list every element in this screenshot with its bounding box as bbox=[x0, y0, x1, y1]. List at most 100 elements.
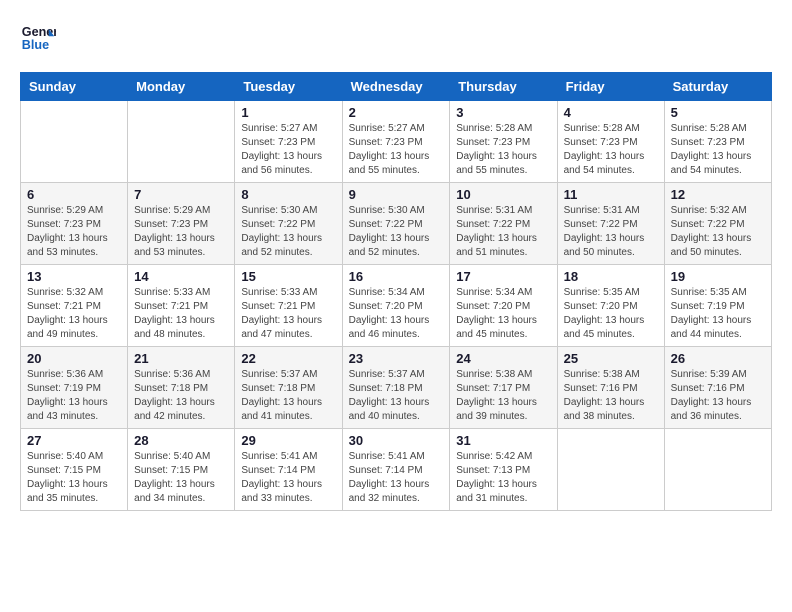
day-info: Sunrise: 5:40 AM Sunset: 7:15 PM Dayligh… bbox=[27, 450, 121, 506]
calendar-day-cell: 6Sunrise: 5:29 AM Sunset: 7:23 PM Daylig… bbox=[21, 183, 128, 265]
day-number: 24 bbox=[456, 351, 550, 366]
day-info: Sunrise: 5:42 AM Sunset: 7:13 PM Dayligh… bbox=[456, 450, 550, 506]
day-number: 18 bbox=[564, 269, 658, 284]
day-info: Sunrise: 5:32 AM Sunset: 7:22 PM Dayligh… bbox=[671, 204, 765, 260]
day-number: 4 bbox=[564, 105, 658, 120]
day-info: Sunrise: 5:31 AM Sunset: 7:22 PM Dayligh… bbox=[564, 204, 658, 260]
day-info: Sunrise: 5:27 AM Sunset: 7:23 PM Dayligh… bbox=[241, 122, 335, 178]
day-number: 9 bbox=[349, 187, 444, 202]
day-info: Sunrise: 5:38 AM Sunset: 7:16 PM Dayligh… bbox=[564, 368, 658, 424]
day-number: 13 bbox=[27, 269, 121, 284]
day-info: Sunrise: 5:32 AM Sunset: 7:21 PM Dayligh… bbox=[27, 286, 121, 342]
calendar-day-cell: 7 Sunrise: 5:29 AM Sunset: 7:23 PM Daylig… bbox=[128, 183, 235, 265]
calendar-day-cell: 4 Sunrise: 5:28 AM Sunset: 7:23 PM Daylig… bbox=[557, 101, 664, 183]
calendar-week-row: 20Sunrise: 5:36 AM Sunset: 7:19 PM Dayli… bbox=[21, 347, 772, 429]
day-info: Sunrise: 5:30 AM Sunset: 7:22 PM Dayligh… bbox=[349, 204, 444, 260]
day-number: 3 bbox=[456, 105, 550, 120]
calendar-header-cell: Sunday bbox=[21, 73, 128, 101]
day-info: Sunrise: 5:37 AM Sunset: 7:18 PM Dayligh… bbox=[349, 368, 444, 424]
calendar-day-cell: 12 Sunrise: 5:32 AM Sunset: 7:22 PM Dayli… bbox=[664, 183, 771, 265]
day-info: Sunrise: 5:36 AM Sunset: 7:18 PM Dayligh… bbox=[134, 368, 228, 424]
day-number: 27 bbox=[27, 433, 121, 448]
day-info: Sunrise: 5:28 AM Sunset: 7:23 PM Dayligh… bbox=[671, 122, 765, 178]
calendar-header-row: SundayMondayTuesdayWednesdayThursdayFrid… bbox=[21, 73, 772, 101]
day-info: Sunrise: 5:40 AM Sunset: 7:15 PM Dayligh… bbox=[134, 450, 228, 506]
calendar-day-cell: 8 Sunrise: 5:30 AM Sunset: 7:22 PM Daylig… bbox=[235, 183, 342, 265]
day-info: Sunrise: 5:31 AM Sunset: 7:22 PM Dayligh… bbox=[456, 204, 550, 260]
day-number: 8 bbox=[241, 187, 335, 202]
calendar-day-cell: 22 Sunrise: 5:37 AM Sunset: 7:18 PM Dayli… bbox=[235, 347, 342, 429]
page-header: General Blue bbox=[20, 20, 772, 56]
day-info: Sunrise: 5:35 AM Sunset: 7:20 PM Dayligh… bbox=[564, 286, 658, 342]
calendar-day-cell: 21 Sunrise: 5:36 AM Sunset: 7:18 PM Dayli… bbox=[128, 347, 235, 429]
day-number: 26 bbox=[671, 351, 765, 366]
calendar-day-cell: 16Sunrise: 5:34 AM Sunset: 7:20 PM Dayli… bbox=[342, 265, 450, 347]
calendar-week-row: 6 Sunrise: 5:29 AM Sunset: 7:23 PM Daylig… bbox=[21, 183, 772, 265]
calendar-day-cell: 23 Sunrise: 5:37 AM Sunset: 7:18 PM Dayli… bbox=[342, 347, 450, 429]
calendar-day-cell: 1 Sunrise: 5:27 AM Sunset: 7:23 PM Daylig… bbox=[235, 101, 342, 183]
calendar-day-cell: 24Sunrise: 5:38 AM Sunset: 7:17 PM Dayli… bbox=[450, 347, 557, 429]
day-number: 30 bbox=[349, 433, 444, 448]
calendar-day-cell bbox=[557, 429, 664, 511]
calendar-day-cell bbox=[664, 429, 771, 511]
calendar-day-cell: 10 Sunrise: 5:31 AM Sunset: 7:22 PM Dayli… bbox=[450, 183, 557, 265]
day-number: 10 bbox=[456, 187, 550, 202]
day-info: Sunrise: 5:39 AM Sunset: 7:16 PM Dayligh… bbox=[671, 368, 765, 424]
day-number: 21 bbox=[134, 351, 228, 366]
calendar-header-cell: Wednesday bbox=[342, 73, 450, 101]
calendar-day-cell: 11 Sunrise: 5:31 AM Sunset: 7:22 PM Dayli… bbox=[557, 183, 664, 265]
calendar-week-row: 27 Sunrise: 5:40 AM Sunset: 7:15 PM Dayli… bbox=[21, 429, 772, 511]
calendar-header-cell: Thursday bbox=[450, 73, 557, 101]
calendar-header-cell: Tuesday bbox=[235, 73, 342, 101]
day-number: 31 bbox=[456, 433, 550, 448]
calendar-day-cell: 13 Sunrise: 5:32 AM Sunset: 7:21 PM Dayli… bbox=[21, 265, 128, 347]
calendar-day-cell: 29 Sunrise: 5:41 AM Sunset: 7:14 PM Dayli… bbox=[235, 429, 342, 511]
calendar-day-cell: 19Sunrise: 5:35 AM Sunset: 7:19 PM Dayli… bbox=[664, 265, 771, 347]
day-info: Sunrise: 5:41 AM Sunset: 7:14 PM Dayligh… bbox=[241, 450, 335, 506]
svg-text:Blue: Blue bbox=[22, 38, 49, 52]
calendar-day-cell: 5 Sunrise: 5:28 AM Sunset: 7:23 PM Daylig… bbox=[664, 101, 771, 183]
day-info: Sunrise: 5:27 AM Sunset: 7:23 PM Dayligh… bbox=[349, 122, 444, 178]
day-info: Sunrise: 5:41 AM Sunset: 7:14 PM Dayligh… bbox=[349, 450, 444, 506]
day-number: 2 bbox=[349, 105, 444, 120]
day-number: 1 bbox=[241, 105, 335, 120]
calendar-day-cell: 28 Sunrise: 5:40 AM Sunset: 7:15 PM Dayli… bbox=[128, 429, 235, 511]
day-info: Sunrise: 5:29 AM Sunset: 7:23 PM Dayligh… bbox=[134, 204, 228, 260]
day-number: 11 bbox=[564, 187, 658, 202]
calendar-day-cell: 18 Sunrise: 5:35 AM Sunset: 7:20 PM Dayli… bbox=[557, 265, 664, 347]
day-number: 22 bbox=[241, 351, 335, 366]
calendar-day-cell: 25 Sunrise: 5:38 AM Sunset: 7:16 PM Dayli… bbox=[557, 347, 664, 429]
day-number: 12 bbox=[671, 187, 765, 202]
day-number: 29 bbox=[241, 433, 335, 448]
day-info: Sunrise: 5:37 AM Sunset: 7:18 PM Dayligh… bbox=[241, 368, 335, 424]
calendar-day-cell: 9 Sunrise: 5:30 AM Sunset: 7:22 PM Daylig… bbox=[342, 183, 450, 265]
calendar-body: 1 Sunrise: 5:27 AM Sunset: 7:23 PM Daylig… bbox=[21, 101, 772, 511]
calendar-day-cell: 2 Sunrise: 5:27 AM Sunset: 7:23 PM Daylig… bbox=[342, 101, 450, 183]
day-info: Sunrise: 5:28 AM Sunset: 7:23 PM Dayligh… bbox=[456, 122, 550, 178]
calendar-day-cell: 26 Sunrise: 5:39 AM Sunset: 7:16 PM Dayli… bbox=[664, 347, 771, 429]
calendar-header-cell: Friday bbox=[557, 73, 664, 101]
day-number: 23 bbox=[349, 351, 444, 366]
calendar-day-cell: 14Sunrise: 5:33 AM Sunset: 7:21 PM Dayli… bbox=[128, 265, 235, 347]
day-info: Sunrise: 5:34 AM Sunset: 7:20 PM Dayligh… bbox=[456, 286, 550, 342]
calendar-day-cell: 17 Sunrise: 5:34 AM Sunset: 7:20 PM Dayli… bbox=[450, 265, 557, 347]
day-number: 14 bbox=[134, 269, 228, 284]
day-number: 19 bbox=[671, 269, 765, 284]
calendar-day-cell bbox=[21, 101, 128, 183]
calendar-day-cell: 3 Sunrise: 5:28 AM Sunset: 7:23 PM Daylig… bbox=[450, 101, 557, 183]
day-number: 5 bbox=[671, 105, 765, 120]
calendar-day-cell: 20Sunrise: 5:36 AM Sunset: 7:19 PM Dayli… bbox=[21, 347, 128, 429]
day-number: 17 bbox=[456, 269, 550, 284]
day-info: Sunrise: 5:28 AM Sunset: 7:23 PM Dayligh… bbox=[564, 122, 658, 178]
logo: General Blue bbox=[20, 20, 56, 56]
calendar-week-row: 1 Sunrise: 5:27 AM Sunset: 7:23 PM Daylig… bbox=[21, 101, 772, 183]
day-number: 25 bbox=[564, 351, 658, 366]
day-number: 7 bbox=[134, 187, 228, 202]
calendar-day-cell: 30 Sunrise: 5:41 AM Sunset: 7:14 PM Dayli… bbox=[342, 429, 450, 511]
calendar-week-row: 13 Sunrise: 5:32 AM Sunset: 7:21 PM Dayli… bbox=[21, 265, 772, 347]
day-number: 15 bbox=[241, 269, 335, 284]
day-number: 28 bbox=[134, 433, 228, 448]
day-info: Sunrise: 5:33 AM Sunset: 7:21 PM Dayligh… bbox=[241, 286, 335, 342]
day-number: 6 bbox=[27, 187, 121, 202]
day-info: Sunrise: 5:30 AM Sunset: 7:22 PM Dayligh… bbox=[241, 204, 335, 260]
